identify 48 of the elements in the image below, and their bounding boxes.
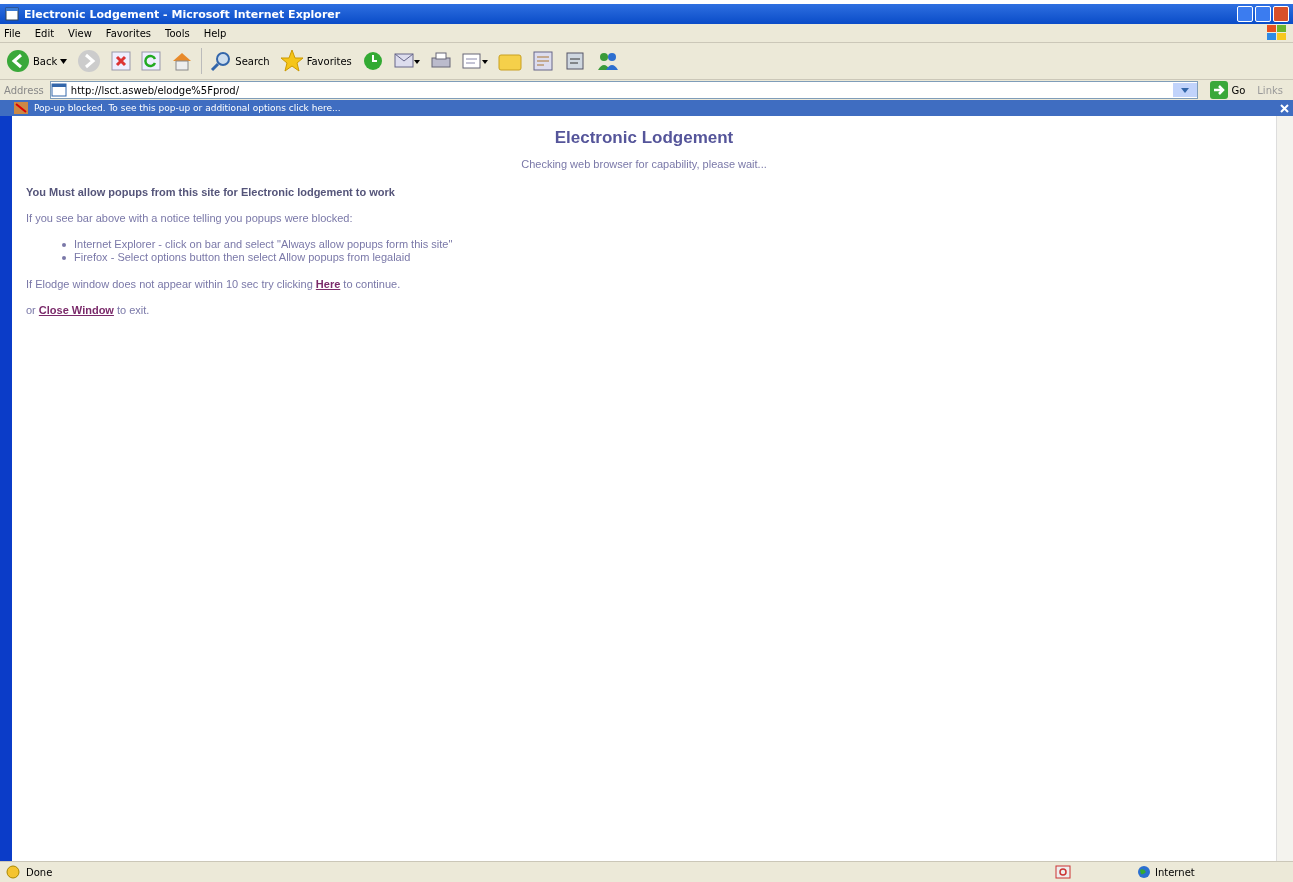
- close-window-link[interactable]: Close Window: [38, 304, 114, 316]
- menu-item[interactable]: Help: [203, 27, 227, 39]
- globe-icon: [1137, 865, 1151, 879]
- bullet-icon: [62, 255, 66, 260]
- refresh-button[interactable]: [139, 51, 164, 71]
- back-button[interactable]: Back: [4, 49, 70, 73]
- instruction-text: If you see bar above with a notice telling you popups were blocked:: [26, 212, 354, 224]
- close-text: or Close Window to exit.: [26, 304, 151, 316]
- window-title: Electronic Lodgement - Microsoft Internet Explorer: [24, 7, 341, 21]
- stop-button[interactable]: [109, 51, 134, 71]
- favorites-button[interactable]: Favorites: [277, 49, 354, 73]
- search-button[interactable]: Search: [208, 50, 272, 72]
- scrollbar[interactable]: [1276, 116, 1293, 861]
- close-button[interactable]: [1273, 6, 1289, 22]
- status-message: Checking web browser for capability, please wait...: [520, 158, 768, 170]
- menu-item[interactable]: Tools: [165, 27, 190, 39]
- popup-blocked-icon: [1055, 865, 1071, 879]
- address-field[interactable]: http://lsct.asweb/elodge%5Fprod/: [49, 81, 1199, 99]
- warning-message: You Must allow popups from this site for Electronic lodgement to work: [26, 186, 396, 198]
- retry-text: If Elodge window does not appear within 10 sec try clicking Here to continue.: [26, 278, 402, 290]
- menu-item[interactable]: View: [68, 27, 92, 39]
- close-icon[interactable]: [1280, 103, 1289, 113]
- page-status-icon: [6, 865, 20, 879]
- security-zone: Internet: [1137, 865, 1287, 879]
- address-label: Address: [4, 84, 44, 96]
- windows-logo-icon: [1265, 23, 1289, 43]
- here-link[interactable]: Here: [315, 278, 341, 290]
- edit-button[interactable]: [459, 51, 490, 71]
- maximize-button[interactable]: [1255, 6, 1271, 22]
- page-heading: Electronic Lodgement: [553, 128, 735, 148]
- minimize-button[interactable]: [1237, 6, 1253, 22]
- status-text: Done: [26, 866, 53, 878]
- mail-button[interactable]: [391, 51, 422, 71]
- caret-icon[interactable]: [60, 58, 68, 64]
- page-icon: [50, 82, 67, 98]
- instruction-item: Internet Explorer - click on bar and select "Always allow popups form this site": [74, 238, 453, 251]
- bullet-icon: [62, 242, 66, 247]
- search-icon: [210, 50, 233, 72]
- go-arrow-icon: [1210, 81, 1229, 99]
- browser-page-icon: [4, 6, 20, 22]
- menu-item[interactable]: File: [4, 27, 21, 39]
- go-button[interactable]: Go: [1204, 80, 1252, 100]
- info-bar[interactable]: Pop-up blocked. To see this pop-up or additional options click here...: [0, 100, 1293, 116]
- instruction-item: Firefox - Select options button then select Allow popups from legalaid: [74, 251, 411, 264]
- star-icon: [279, 49, 304, 73]
- blocked-icon: [14, 102, 28, 114]
- menu-item[interactable]: Favorites: [105, 27, 151, 39]
- menu-item[interactable]: Edit: [34, 27, 55, 39]
